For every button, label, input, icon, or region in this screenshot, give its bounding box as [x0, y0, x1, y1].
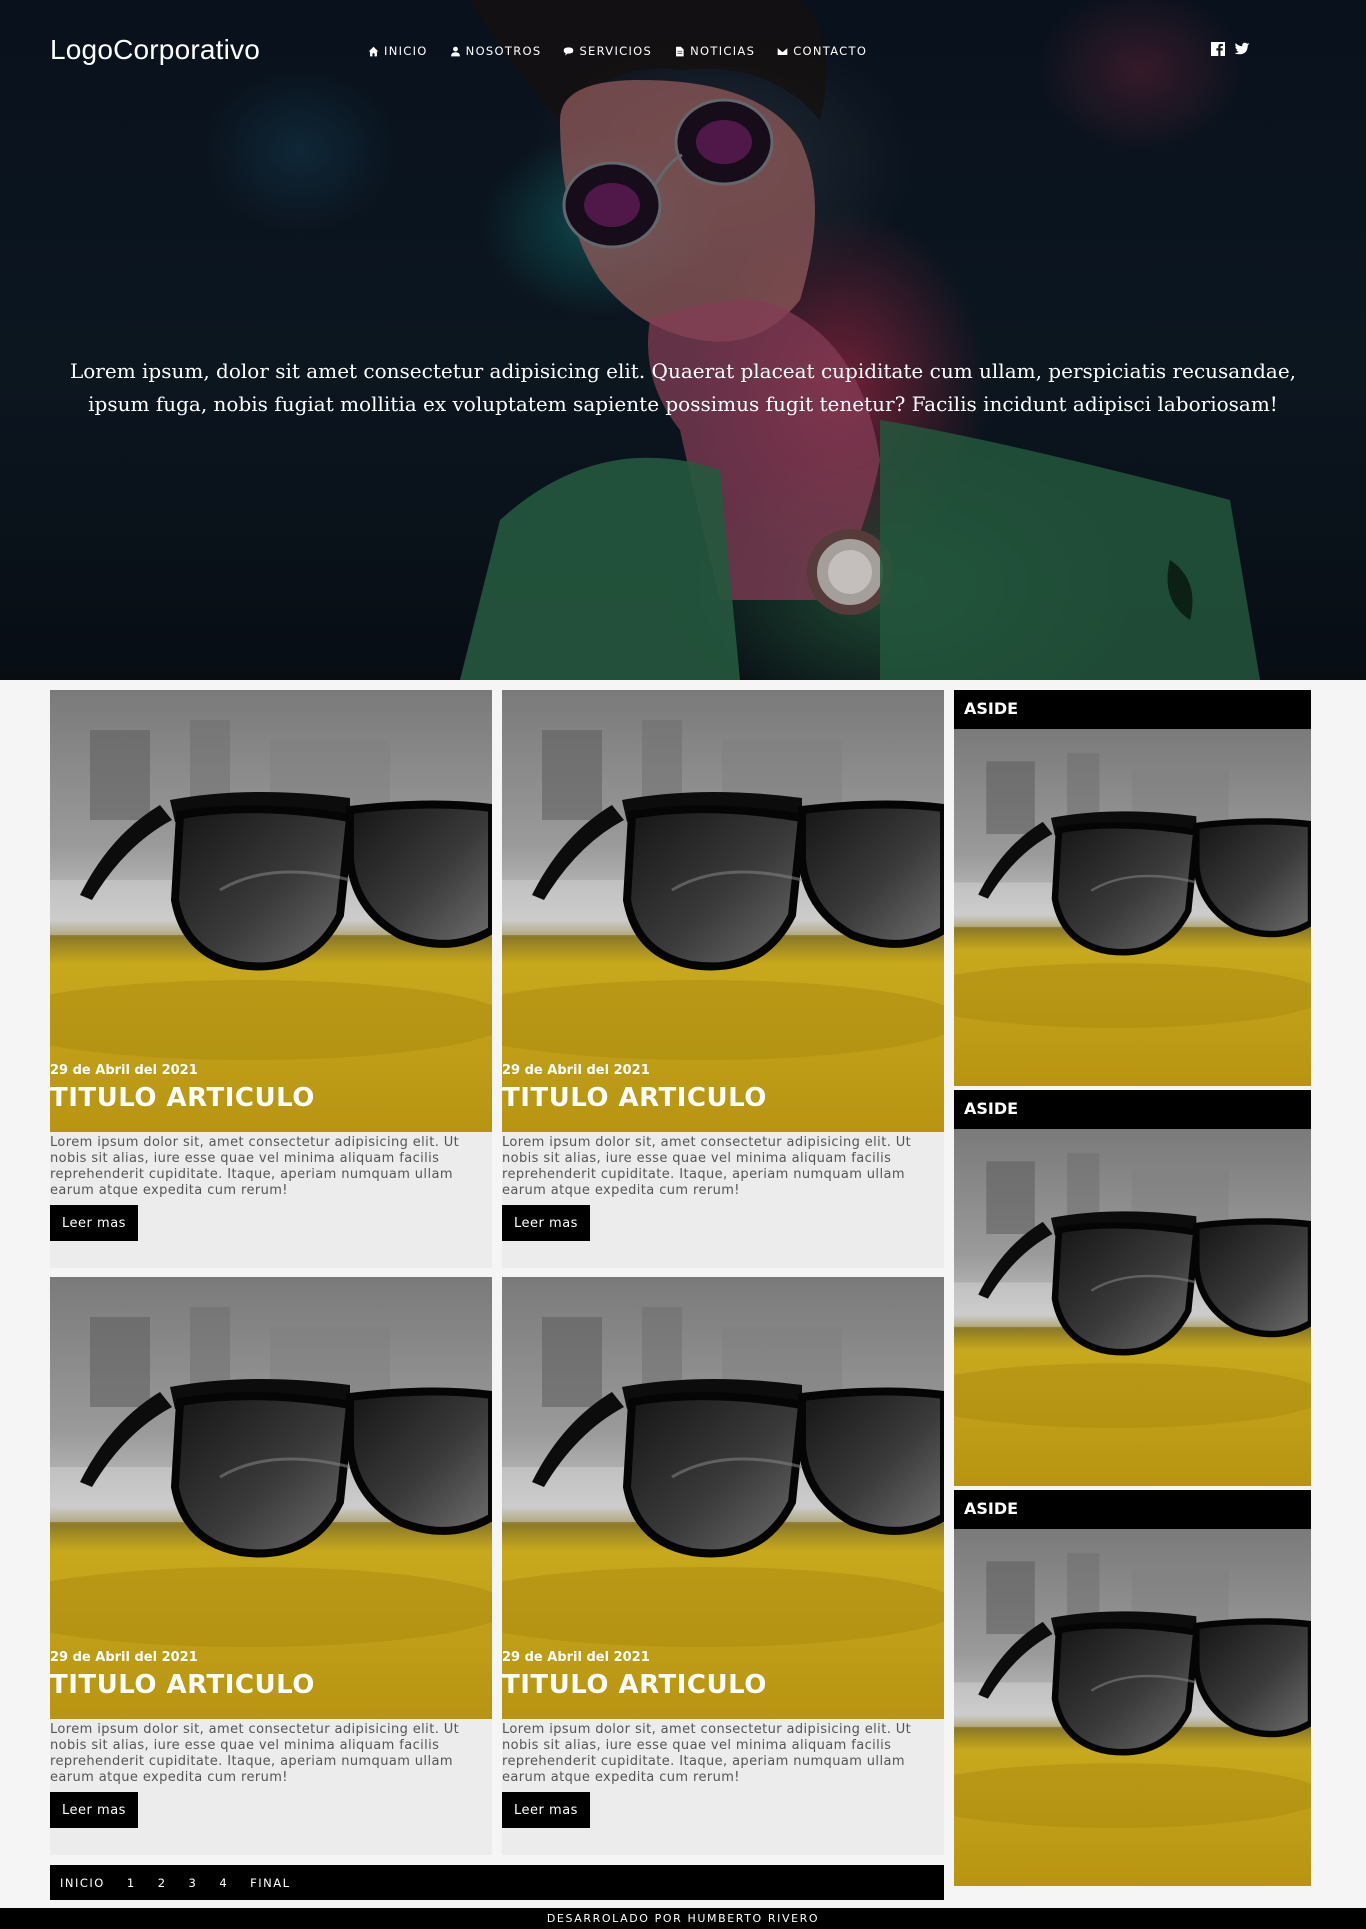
article-card: 29 de Abril del 2021 TITULO ARTICULO Lor… — [502, 690, 944, 1268]
pagination-page-2[interactable]: 2 — [158, 1876, 167, 1890]
aside-card: ASIDE — [954, 1090, 1311, 1486]
facebook-icon[interactable] — [1210, 41, 1226, 57]
aside-image — [954, 1529, 1311, 1886]
aside-label: ASIDE — [964, 1099, 1019, 1118]
read-more-button[interactable]: Leer mas — [502, 1792, 590, 1828]
article-date: 29 de Abril del 2021 — [50, 1063, 198, 1078]
sunglasses-photo — [954, 1129, 1311, 1486]
nav-label: SERVICIOS — [579, 44, 653, 58]
main-nav: INICIO NOSOTROS SERVICIOS NOTICIAS CONTA… — [368, 44, 867, 58]
read-more-button[interactable]: Leer mas — [50, 1205, 138, 1241]
article-card: 29 de Abril del 2021 TITULO ARTICULO Lor… — [50, 1277, 492, 1855]
pagination-page-3[interactable]: 3 — [189, 1876, 198, 1890]
aside-image — [954, 729, 1311, 1086]
page: LogoCorporativo INICIO NOSOTROS SERVICIO… — [0, 0, 1366, 1929]
envelope-icon — [777, 46, 788, 57]
article-title: TITULO ARTICULO — [502, 1670, 767, 1700]
nav-label: NOSOTROS — [465, 44, 542, 58]
pagination-last[interactable]: FINAL — [250, 1876, 290, 1890]
sunglasses-photo — [954, 1529, 1311, 1886]
nav-item-noticias[interactable]: NOTICIAS — [674, 44, 755, 58]
pagination-page-4[interactable]: 4 — [219, 1876, 228, 1890]
article-title: TITULO ARTICULO — [50, 1083, 315, 1113]
nav-item-contacto[interactable]: CONTACTO — [777, 44, 867, 58]
article-title: TITULO ARTICULO — [502, 1083, 767, 1113]
sunglasses-photo — [954, 729, 1311, 1086]
article-date: 29 de Abril del 2021 — [502, 1063, 650, 1078]
nav-item-nosotros[interactable]: NOSOTROS — [450, 44, 542, 58]
article-date: 29 de Abril del 2021 — [502, 1650, 650, 1665]
pagination-page-1[interactable]: 1 — [127, 1876, 136, 1890]
footer-credit: DESARROLADO POR HUMBERTO RIVERO — [546, 1912, 820, 1925]
home-icon — [368, 46, 379, 57]
aside-label: ASIDE — [964, 699, 1019, 718]
read-more-button[interactable]: Leer mas — [50, 1792, 138, 1828]
pagination-first[interactable]: INICIO — [60, 1876, 105, 1890]
file-icon — [674, 46, 685, 57]
social-links — [1210, 41, 1250, 57]
site-logo[interactable]: LogoCorporativo — [50, 34, 260, 66]
hero-banner: LogoCorporativo INICIO NOSOTROS SERVICIO… — [0, 0, 1366, 680]
site-footer: DESARROLADO POR HUMBERTO RIVERO — [0, 1908, 1366, 1929]
read-more-button[interactable]: Leer mas — [502, 1205, 590, 1241]
nav-label: NOTICIAS — [690, 44, 756, 58]
article-date: 29 de Abril del 2021 — [50, 1650, 198, 1665]
article-title: TITULO ARTICULO — [50, 1670, 315, 1700]
article-excerpt: Lorem ipsum dolor sit, amet consectetur … — [502, 1135, 912, 1198]
article-card: 29 de Abril del 2021 TITULO ARTICULO Lor… — [50, 690, 492, 1268]
chat-icon — [563, 46, 574, 57]
aside-image — [954, 1129, 1311, 1486]
hero-photo — [460, 0, 1260, 680]
twitter-icon[interactable] — [1234, 41, 1250, 57]
nav-item-inicio[interactable]: INICIO — [368, 44, 428, 58]
nav-item-servicios[interactable]: SERVICIOS — [563, 44, 652, 58]
top-navigation: LogoCorporativo INICIO NOSOTROS SERVICIO… — [0, 0, 1366, 100]
aside-card: ASIDE — [954, 1490, 1311, 1886]
hero-text: Lorem ipsum, dolor sit amet consectetur … — [69, 359, 1297, 416]
user-icon — [450, 46, 461, 57]
nav-label: INICIO — [384, 44, 428, 58]
aside-label: ASIDE — [964, 1499, 1019, 1518]
article-excerpt: Lorem ipsum dolor sit, amet consectetur … — [50, 1722, 460, 1785]
nav-label: CONTACTO — [793, 44, 868, 58]
article-excerpt: Lorem ipsum dolor sit, amet consectetur … — [502, 1722, 912, 1785]
article-card: 29 de Abril del 2021 TITULO ARTICULO Lor… — [502, 1277, 944, 1855]
article-excerpt: Lorem ipsum dolor sit, amet consectetur … — [50, 1135, 460, 1198]
aside-card: ASIDE — [954, 690, 1311, 1086]
pagination: INICIO 1 2 3 4 FINAL — [50, 1865, 944, 1900]
